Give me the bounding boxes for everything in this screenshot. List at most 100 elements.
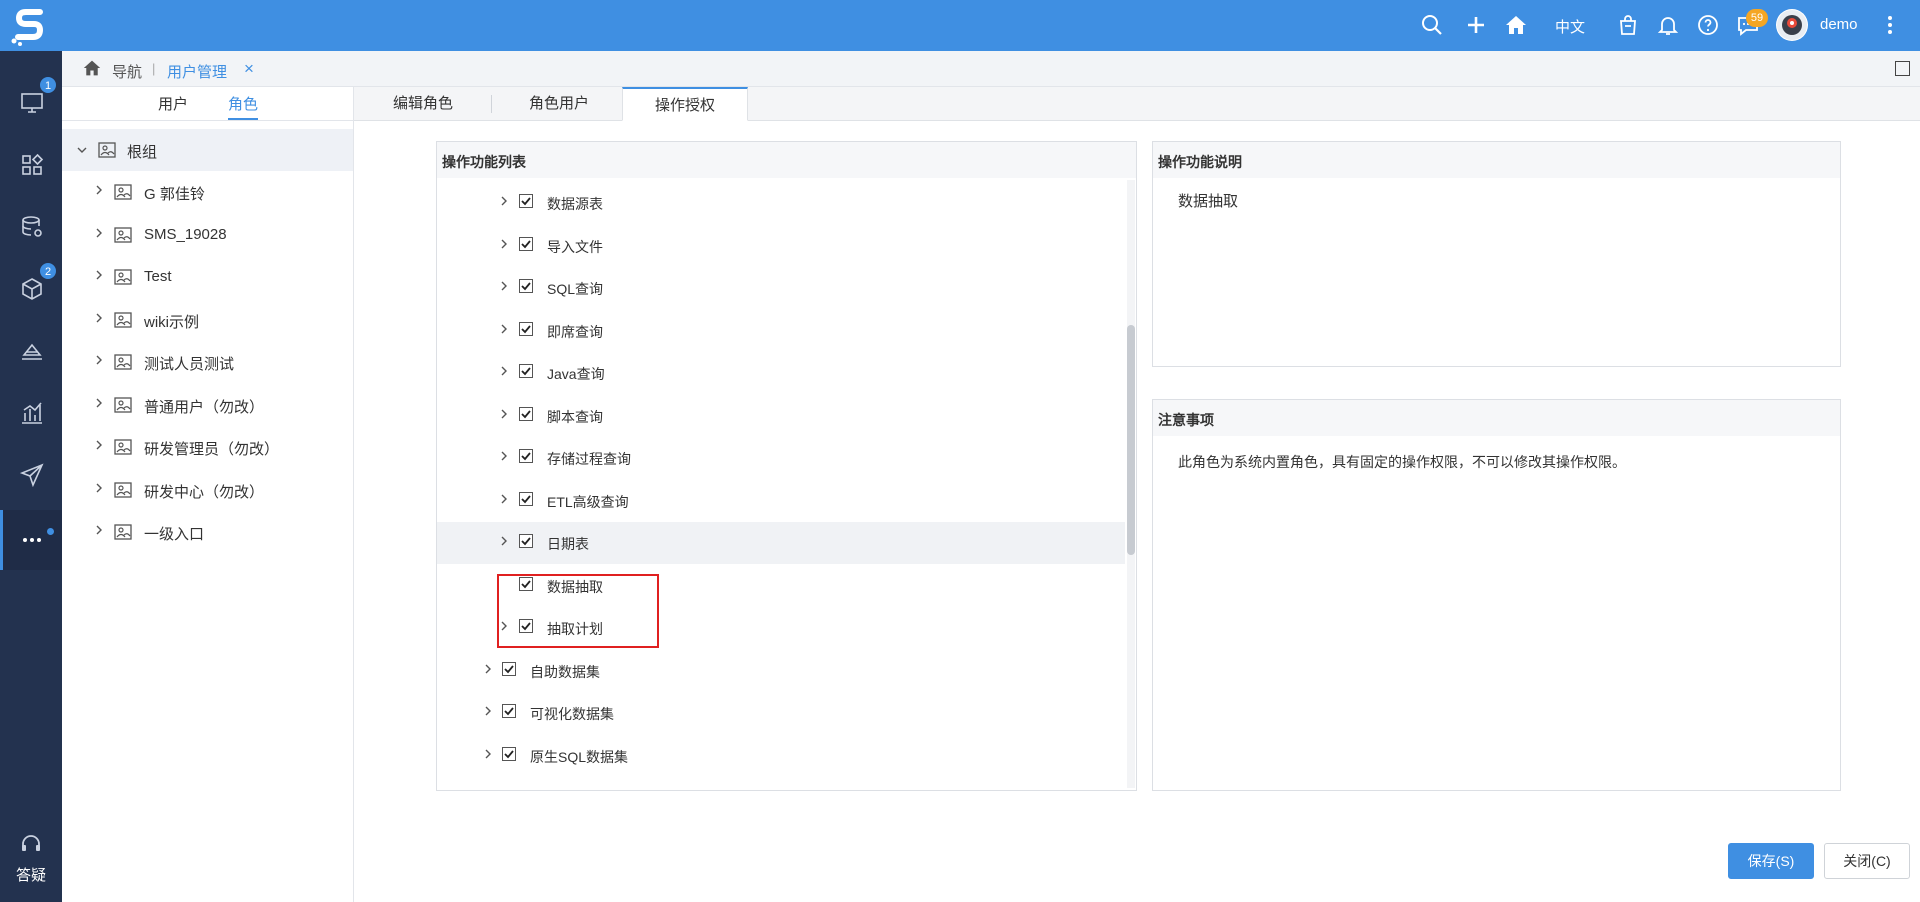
chevron-right-icon[interactable] xyxy=(499,281,509,291)
operation-item[interactable]: ETL高级查询 xyxy=(437,480,1125,522)
operation-item[interactable]: 即席查询 xyxy=(437,310,1125,352)
breadcrumb-home[interactable]: 导航 xyxy=(112,61,142,82)
operation-item[interactable]: 原生SQL数据集 xyxy=(437,735,1125,777)
operation-item[interactable]: 数据源表 xyxy=(437,182,1125,224)
operation-checkbox[interactable] xyxy=(502,661,516,676)
operation-item[interactable]: SQL查询 xyxy=(437,267,1125,309)
operation-item[interactable]: 可视化数据集 xyxy=(437,692,1125,734)
chevron-right-icon[interactable] xyxy=(94,313,104,323)
operation-checkbox[interactable] xyxy=(519,449,533,463)
role-item[interactable]: 普通用户（勿改） xyxy=(62,384,353,426)
chevron-right-icon[interactable] xyxy=(483,664,493,674)
role-item[interactable]: Test xyxy=(62,256,353,298)
role-item[interactable]: SMS_19028 xyxy=(62,214,353,256)
tab-divider xyxy=(62,120,353,121)
chevron-right-icon[interactable] xyxy=(483,749,493,759)
chevron-right-icon[interactable] xyxy=(499,409,509,419)
operation-label: 存储过程查询 xyxy=(547,451,631,467)
close-button[interactable]: 关闭(C) xyxy=(1824,843,1910,879)
chevron-right-icon[interactable] xyxy=(499,494,509,504)
operation-item[interactable]: 日期表 xyxy=(437,522,1125,564)
chevron-down-icon[interactable] xyxy=(77,145,87,155)
save-button[interactable]: 保存(S) xyxy=(1728,843,1814,879)
chevron-right-icon[interactable] xyxy=(94,185,104,195)
operation-checkbox[interactable] xyxy=(502,704,516,718)
bell-icon[interactable] xyxy=(1656,13,1680,37)
operation-label: 可视化数据集 xyxy=(530,706,614,722)
help-icon[interactable] xyxy=(1696,13,1720,37)
nav-analysis[interactable] xyxy=(0,320,62,382)
nav-report[interactable] xyxy=(0,382,62,444)
operation-item[interactable]: Java查询 xyxy=(437,352,1125,394)
chevron-right-icon[interactable] xyxy=(94,483,104,493)
nav-help[interactable]: 答疑 xyxy=(0,830,62,900)
add-icon[interactable] xyxy=(1464,13,1488,37)
operation-checkbox[interactable] xyxy=(519,406,533,421)
chevron-right-icon[interactable] xyxy=(94,228,104,238)
chevron-right-icon[interactable] xyxy=(499,239,509,249)
nav-cube[interactable]: 2 xyxy=(0,258,62,320)
bag-icon[interactable] xyxy=(1616,13,1640,37)
operation-checkbox[interactable] xyxy=(519,491,533,506)
role-item-label: G 郭佳铃 xyxy=(144,186,205,203)
chevron-right-icon[interactable] xyxy=(499,536,509,546)
chevron-right-icon[interactable] xyxy=(94,355,104,365)
tab-edit-role[interactable]: 编辑角色 xyxy=(354,87,492,121)
maximize-icon[interactable] xyxy=(1895,61,1910,76)
nav-more[interactable] xyxy=(0,510,62,570)
chevron-right-icon[interactable] xyxy=(499,366,509,376)
tab-role-users[interactable]: 角色用户 xyxy=(492,87,626,121)
role-item-label: wiki示例 xyxy=(144,313,199,331)
avatar[interactable] xyxy=(1776,9,1808,41)
operation-item[interactable]: 导入文件 xyxy=(437,225,1125,267)
role-item[interactable]: 研发管理员（勿改） xyxy=(62,426,353,468)
tree-root[interactable]: 根组 xyxy=(62,129,353,171)
role-item[interactable]: 测试人员测试 xyxy=(62,341,353,383)
scrollbar-track[interactable] xyxy=(1127,180,1135,788)
operation-label: 数据源表 xyxy=(547,196,603,212)
logo-icon xyxy=(11,9,44,46)
operation-label: ETL高级查询 xyxy=(547,493,629,510)
close-tab-icon[interactable]: × xyxy=(244,59,254,79)
role-item[interactable]: wiki示例 xyxy=(62,299,353,341)
operation-checkbox[interactable] xyxy=(519,364,533,378)
role-item[interactable]: 研发中心（勿改） xyxy=(62,469,353,511)
username[interactable]: demo xyxy=(1820,16,1858,33)
operation-item[interactable]: 自助数据集 xyxy=(437,650,1125,692)
operation-checkbox[interactable] xyxy=(519,534,533,548)
chevron-right-icon[interactable] xyxy=(499,451,509,461)
nav-apps[interactable] xyxy=(0,134,62,196)
chevron-right-icon[interactable] xyxy=(94,440,104,450)
nav-database[interactable] xyxy=(0,196,62,258)
nav-screen[interactable]: 1 xyxy=(0,72,62,134)
operation-checkbox[interactable] xyxy=(519,321,533,336)
role-item[interactable]: 一级入口 xyxy=(62,511,353,553)
chevron-right-icon[interactable] xyxy=(94,270,104,280)
chevron-right-icon[interactable] xyxy=(94,398,104,408)
kebab-menu-icon[interactable] xyxy=(1884,13,1896,37)
search-icon[interactable] xyxy=(1420,13,1444,37)
home-icon[interactable] xyxy=(1504,13,1528,37)
tab-roles[interactable]: 角色 xyxy=(228,93,259,120)
nav-publish[interactable] xyxy=(0,444,62,506)
tab-operation-auth[interactable]: 操作授权 xyxy=(622,87,748,121)
tab-users[interactable]: 用户 xyxy=(158,93,188,114)
role-item[interactable]: G 郭佳铃 xyxy=(62,171,353,213)
chevron-right-icon[interactable] xyxy=(483,706,493,716)
operation-checkbox[interactable] xyxy=(519,279,533,293)
role-item-label: SMS_19028 xyxy=(144,225,227,243)
operation-checkbox[interactable] xyxy=(502,746,516,761)
role-icon xyxy=(114,396,132,413)
breadcrumb-current-tab[interactable]: 用户管理 xyxy=(167,61,227,82)
chevron-right-icon[interactable] xyxy=(94,525,104,535)
operation-item[interactable]: 脚本查询 xyxy=(437,395,1125,437)
operation-checkbox[interactable] xyxy=(519,194,533,208)
operation-checkbox[interactable] xyxy=(519,236,533,251)
operation-item[interactable]: 存储过程查询 xyxy=(437,437,1125,479)
scrollbar-thumb[interactable] xyxy=(1127,325,1135,555)
logo[interactable] xyxy=(0,0,62,51)
chevron-right-icon[interactable] xyxy=(499,324,509,334)
home-icon[interactable] xyxy=(82,59,102,77)
language-switch[interactable]: 中文 xyxy=(1555,16,1585,37)
chevron-right-icon[interactable] xyxy=(499,196,509,206)
